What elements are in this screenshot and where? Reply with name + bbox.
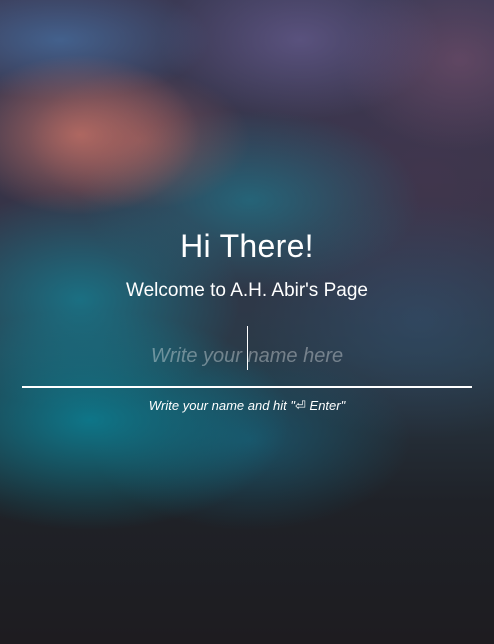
page-subtitle: Welcome to A.H. Abir's Page	[126, 280, 368, 301]
landing-content: Hi There! Welcome to A.H. Abir's Page Wr…	[0, 0, 494, 644]
input-hint: Write your name and hit "⏎ Enter"	[148, 398, 346, 413]
text-caret	[247, 326, 248, 370]
page-title: Hi There!	[180, 228, 314, 264]
